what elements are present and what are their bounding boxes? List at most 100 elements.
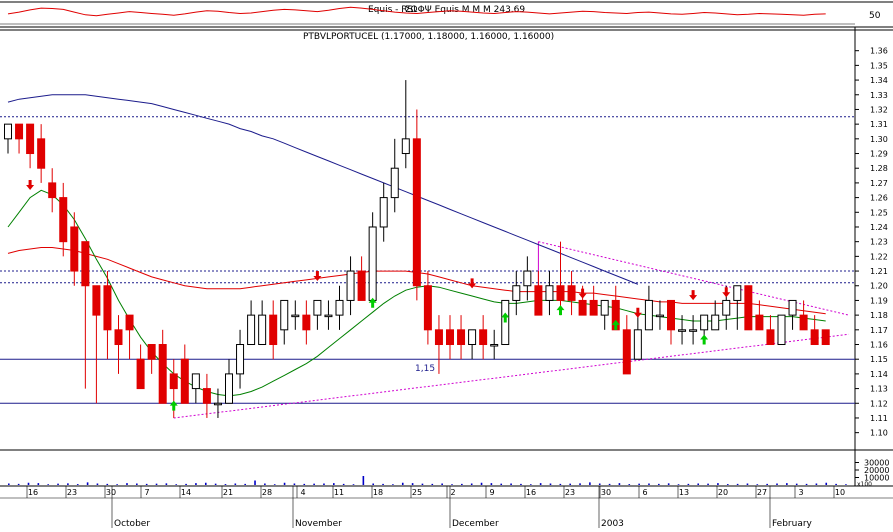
volume-bar (392, 484, 394, 485)
volume-bar (697, 483, 700, 485)
volume-bar (372, 483, 375, 485)
volume-bar (717, 483, 719, 485)
volume-scale-label: x100 (857, 481, 872, 488)
candle-body-down (81, 241, 90, 287)
volume-bar (805, 483, 808, 485)
volume-bar (214, 483, 217, 485)
price-tick-label: 1.12 (870, 399, 888, 408)
candle-body-down (202, 388, 211, 404)
candle-body-up (777, 314, 786, 346)
candle-body-down (479, 329, 488, 346)
candle-body-up (291, 314, 300, 318)
volume-bar (254, 480, 256, 485)
volume-bar (608, 483, 611, 485)
candle-body-down (744, 285, 753, 331)
candle-body-down (578, 299, 587, 316)
volume-bar (8, 483, 10, 485)
volume-bar (401, 482, 404, 485)
candle-body-down (556, 285, 565, 301)
x-tick-label: 13 (679, 488, 689, 497)
background (0, 0, 893, 528)
candle-body-up (644, 299, 653, 331)
volume-bar (86, 482, 89, 485)
volume-bar (589, 482, 591, 485)
x-tick-label: 23 (67, 488, 77, 497)
candle-body-up (545, 285, 554, 301)
price-tick-label: 1.22 (870, 252, 888, 261)
candle-body-up (468, 329, 477, 346)
price-tick-label: 1.34 (870, 76, 888, 85)
candle-body-up (633, 329, 642, 360)
price-tick-label: 1.20 (870, 282, 888, 291)
chart-root: Equis - RSI ΣΩΦΨ Equis Ⅿ Ⅿ Ⅿ 243.69 50 P… (0, 0, 893, 529)
candle-body-up (346, 270, 355, 301)
price-title: PTBVLPORTUCEL (1.17000, 1.18000, 1.16000… (303, 32, 554, 42)
volume-bar (116, 484, 118, 485)
volume-bar (825, 482, 828, 485)
volume-bar (145, 483, 148, 485)
candle-body-up (722, 299, 731, 316)
candle-body-up (401, 138, 410, 155)
volume-bar (155, 483, 158, 485)
volume-bar (421, 483, 424, 485)
x-tick-label: 16 (28, 488, 38, 497)
candle-body-up (324, 314, 333, 318)
candle-body-down (412, 138, 421, 287)
candle-body-down (92, 285, 101, 316)
volume-bar (67, 483, 69, 485)
volume-bar (431, 483, 434, 485)
candle-body-down (667, 299, 675, 331)
volume-bar (165, 483, 168, 485)
volume-bar (795, 483, 798, 485)
volume-bar (204, 482, 207, 485)
volume-bar (175, 484, 178, 485)
candle-body-down (136, 358, 145, 390)
x-tick-label: 2 (450, 488, 455, 497)
x-tick-label: 23 (565, 488, 575, 497)
volume-bar (687, 483, 690, 485)
volume-bar (510, 483, 512, 485)
volume-bar (17, 483, 20, 485)
price-tick-label: 1.28 (870, 164, 888, 173)
price-tick-label: 1.15 (870, 355, 888, 364)
candle-body-down (766, 329, 775, 346)
volume-bar (569, 483, 571, 485)
volume-bar (195, 483, 197, 485)
candle-body-down (59, 197, 68, 243)
candle-body-down (15, 123, 24, 140)
volume-bar (667, 483, 670, 485)
x-tick-label: 25 (412, 488, 422, 497)
volume-bar (96, 483, 99, 485)
volume-bar (520, 483, 522, 485)
volume-bar (470, 483, 473, 485)
volume-bar (539, 483, 542, 485)
volume-bar (342, 483, 345, 485)
x-tick-label: 20 (718, 488, 728, 497)
price-tick-label: 1.26 (870, 194, 888, 203)
volume-bar (746, 483, 749, 485)
volume-bar (27, 482, 30, 485)
indicator-legend-overlap: ΣΩΦΨ Equis Ⅿ Ⅿ Ⅿ 243.69 (405, 5, 525, 15)
volume-bar (451, 484, 453, 485)
price-tick-label: 1.29 (870, 150, 888, 159)
candle-body-down (158, 344, 167, 404)
candle-body-up (678, 329, 687, 332)
price-tick-label: 1.13 (870, 385, 888, 394)
candle-body-down (446, 329, 454, 346)
volume-bar (244, 483, 246, 485)
x-month-label: 2003 (601, 519, 624, 528)
volume-bar (648, 483, 650, 485)
volume-bar (362, 476, 365, 485)
candle-body-up (225, 373, 233, 404)
volume-bar (480, 482, 483, 485)
price-tick-label: 1.16 (870, 341, 888, 350)
price-tick-label: 1.36 (870, 47, 888, 56)
x-tick-label: 30 (601, 488, 611, 497)
volume-bar (352, 484, 355, 485)
x-tick-label: 6 (642, 488, 647, 497)
volume-bar (136, 483, 138, 485)
volume-bar (126, 483, 128, 485)
candle-body-down (103, 285, 112, 331)
price-tick-label: 1.10 (870, 429, 888, 438)
volume-bar (549, 483, 552, 485)
